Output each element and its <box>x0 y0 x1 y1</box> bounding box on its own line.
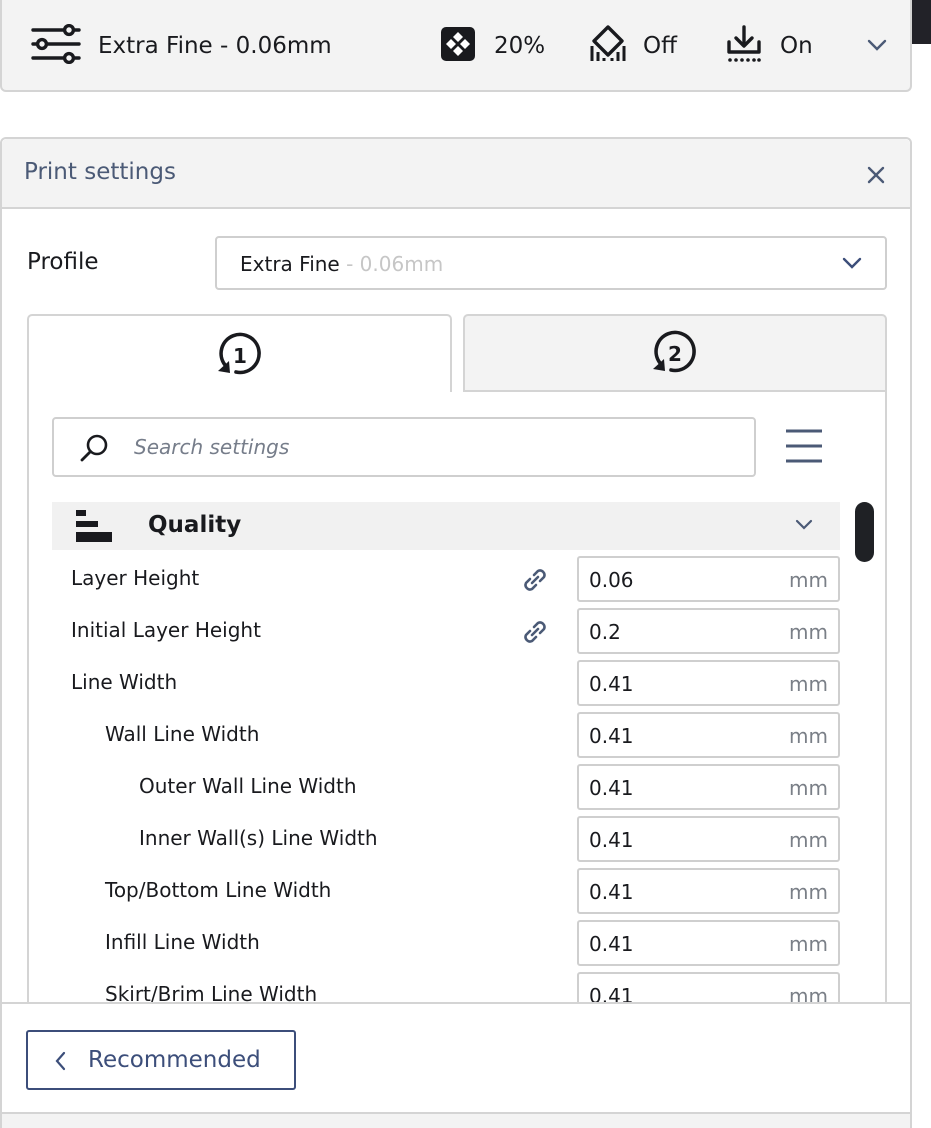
setting-value-field[interactable]: 0.2 mm <box>577 608 840 654</box>
setting-unit: mm <box>789 568 828 592</box>
infill-value: 20% <box>494 33 546 59</box>
category-title: Quality <box>148 512 242 538</box>
profile-dropdown[interactable]: Extra Fine - 0.06mm <box>215 236 887 290</box>
setting-value: 0.41 <box>589 984 634 1004</box>
chevron-down-icon <box>841 255 863 274</box>
hamburger-menu-icon <box>786 429 822 463</box>
setting-value-field[interactable]: 0.41 mm <box>577 972 840 1004</box>
link-icon[interactable] <box>519 616 551 650</box>
setting-label: Wall Line Width <box>105 722 260 746</box>
search-input[interactable] <box>134 431 734 463</box>
tab-extruder-1[interactable]: 1 <box>27 314 452 394</box>
profile-name: Extra Fine <box>240 252 340 276</box>
close-icon <box>867 166 885 184</box>
setting-label: Layer Height <box>71 566 200 590</box>
setting-row: Initial Layer Height 0.2 mm <box>29 606 849 658</box>
setting-unit: mm <box>789 724 828 748</box>
setting-row: Infill Line Width 0.41 mm <box>29 918 849 970</box>
adhesion-summary[interactable]: On <box>725 0 813 92</box>
setting-value-field[interactable]: 0.41 mm <box>577 712 840 758</box>
setting-label: Skirt/Brim Line Width <box>105 982 318 1004</box>
setting-value-field[interactable]: 0.41 mm <box>577 868 840 914</box>
setting-value: 0.41 <box>589 932 634 956</box>
setting-unit: mm <box>789 984 828 1004</box>
setting-value: 0.2 <box>589 620 621 644</box>
setting-label: Line Width <box>71 670 178 694</box>
setting-row: Outer Wall Line Width 0.41 mm <box>29 762 849 814</box>
panel-footer: Recommended <box>2 1002 910 1112</box>
chevron-down-icon <box>866 37 888 56</box>
search-box[interactable] <box>52 417 756 477</box>
profile-summary[interactable]: Extra Fine - 0.06mm <box>30 0 332 92</box>
recommended-button[interactable]: Recommended <box>26 1030 296 1090</box>
drag-handle-icon[interactable] <box>446 1118 468 1124</box>
setting-value-field[interactable]: 0.41 mm <box>577 920 840 966</box>
setting-row: Skirt/Brim Line Width 0.41 mm <box>29 970 849 1004</box>
setting-row: Line Width 0.41 mm <box>29 658 849 710</box>
setting-value: 0.41 <box>589 672 634 696</box>
adhesion-value: On <box>780 33 813 59</box>
setting-unit: mm <box>789 932 828 956</box>
support-value: Off <box>643 33 677 59</box>
adhesion-icon <box>725 24 763 68</box>
setting-value: 0.06 <box>589 568 634 592</box>
panel-title: Print settings <box>24 159 176 185</box>
settings-list-frame: Quality Layer Height0.06mmInitial Layer … <box>27 392 887 1004</box>
setting-unit: mm <box>789 880 828 904</box>
setting-unit: mm <box>789 828 828 852</box>
setting-value-field[interactable]: 0.41 mm <box>577 764 840 810</box>
setting-label: Outer Wall Line Width <box>139 774 357 798</box>
setting-value-field[interactable]: 0.41 mm <box>577 660 840 706</box>
setting-label: Initial Layer Height <box>71 618 261 642</box>
category-quality[interactable]: Quality <box>52 502 840 550</box>
close-button[interactable] <box>862 161 890 189</box>
setting-row: Layer Height 0.06 mm <box>29 554 849 606</box>
extruder-2-icon: 2 <box>653 330 696 373</box>
setting-value: 0.41 <box>589 828 634 852</box>
tab-extruder-2[interactable]: 2 <box>463 314 887 392</box>
setting-label: Inner Wall(s) Line Width <box>139 826 378 850</box>
print-settings-panel: Print settings Profile Extra Fine - 0.06… <box>0 137 912 1128</box>
window-edge <box>912 0 931 44</box>
profile-dropdown-value: Extra Fine - 0.06mm <box>240 252 443 276</box>
profile-label: Profile <box>27 249 99 275</box>
tab-1-label: 1 <box>233 344 247 368</box>
setting-value-field[interactable]: 0.06 mm <box>577 556 840 602</box>
chevron-left-icon <box>54 1051 66 1075</box>
setting-value: 0.41 <box>589 724 634 748</box>
print-setup-header[interactable]: Extra Fine - 0.06mm 20% Off On <box>0 0 912 92</box>
setting-unit: mm <box>789 620 828 644</box>
link-icon[interactable] <box>519 564 551 598</box>
setting-value: 0.41 <box>589 880 634 904</box>
setting-value-field[interactable]: 0.41 mm <box>577 816 840 862</box>
settings-visibility-menu-button[interactable] <box>785 428 823 464</box>
chevron-down-icon <box>794 516 814 535</box>
setting-row: Top/Bottom Line Width 0.41 mm <box>29 866 849 918</box>
setting-value: 0.41 <box>589 776 634 800</box>
header-expand-button[interactable] <box>866 0 888 92</box>
setting-row: Wall Line Width 0.41 mm <box>29 710 849 762</box>
support-summary[interactable]: Off <box>588 0 677 92</box>
infill-icon <box>439 25 477 67</box>
setting-unit: mm <box>789 776 828 800</box>
setting-label: Infill Line Width <box>105 930 260 954</box>
setting-row: Inner Wall(s) Line Width 0.41 mm <box>29 814 849 866</box>
tab-2-label: 2 <box>668 342 682 366</box>
resize-bar <box>2 1112 910 1128</box>
setting-unit: mm <box>789 672 828 696</box>
profile-layer-height: - 0.06mm <box>339 252 444 276</box>
infill-summary[interactable]: 20% <box>439 0 545 92</box>
setting-label: Top/Bottom Line Width <box>105 878 332 902</box>
panel-header: Print settings <box>2 139 910 209</box>
extruder-1-icon: 1 <box>217 332 261 375</box>
search-icon <box>78 433 110 469</box>
quality-icon <box>74 508 114 548</box>
recommended-label: Recommended <box>88 1047 261 1073</box>
scrollbar-thumb[interactable] <box>855 502 874 562</box>
profile-summary-label: Extra Fine - 0.06mm <box>98 33 332 59</box>
support-icon <box>588 24 628 68</box>
settings-sliders-icon <box>30 23 82 68</box>
